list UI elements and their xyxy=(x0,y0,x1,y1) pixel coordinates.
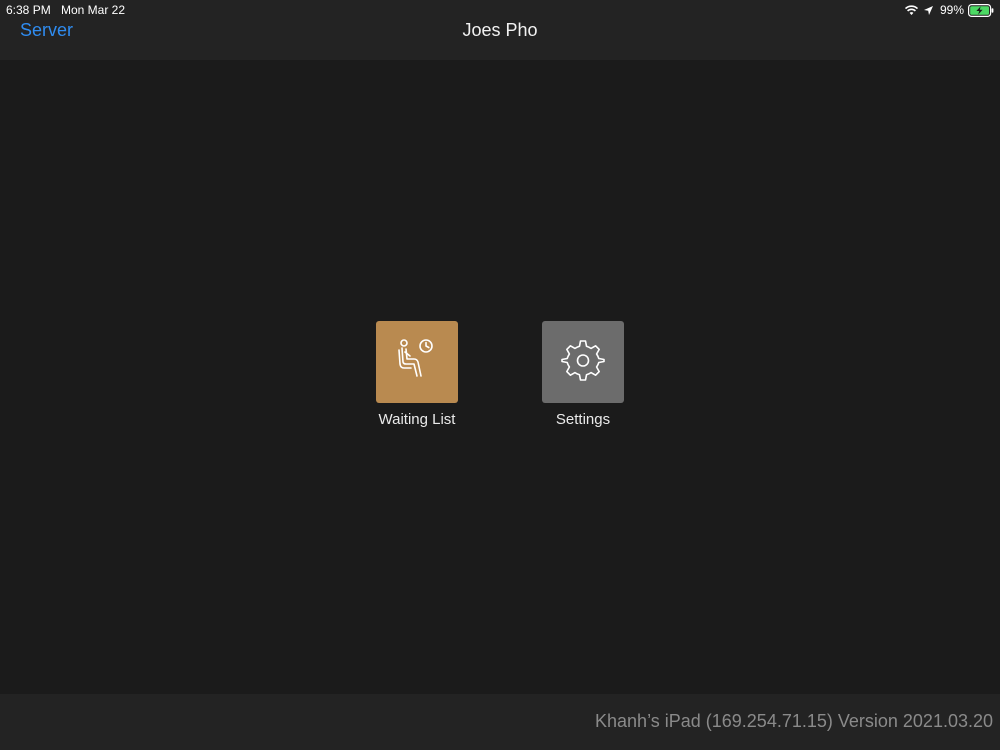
location-arrow-icon xyxy=(923,5,934,16)
settings-button[interactable] xyxy=(542,321,624,403)
status-date: Mon Mar 22 xyxy=(61,3,126,17)
settings-label: Settings xyxy=(555,411,611,428)
wifi-icon xyxy=(904,4,919,16)
status-indicators: 99% xyxy=(904,2,994,18)
waiting-list-label: Waiting List xyxy=(378,411,456,428)
waiting-person-clock-icon xyxy=(393,336,441,389)
device-version-info: Khanh’s iPad (169.254.71.15) Version 202… xyxy=(595,711,993,731)
status-bar: 6:38 PM Mon Mar 22 99% xyxy=(0,0,1000,20)
waiting-list-button[interactable] xyxy=(376,321,458,403)
status-time: 6:38 PM xyxy=(6,3,51,17)
menu-tiles: Waiting List Settings xyxy=(0,321,1000,441)
page-title: Joes Pho xyxy=(462,20,538,40)
settings-tile[interactable]: Settings xyxy=(523,321,643,428)
top-bar: 6:38 PM Mon Mar 22 99% Server Joes Pho xyxy=(0,0,1000,60)
gear-icon xyxy=(561,338,605,387)
waiting-list-tile[interactable]: Waiting List xyxy=(357,321,477,428)
app-screen: 6:38 PM Mon Mar 22 99% Server Joes Pho W… xyxy=(0,0,1000,750)
battery-percent: 99% xyxy=(939,3,964,17)
battery-charging-icon xyxy=(968,3,994,17)
footer-bar: Khanh’s iPad (169.254.71.15) Version 202… xyxy=(0,694,1000,750)
